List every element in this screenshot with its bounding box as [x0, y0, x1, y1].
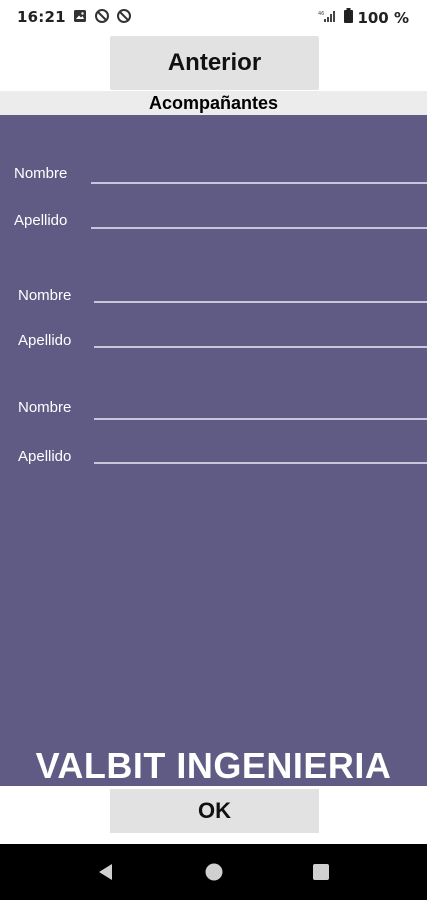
first-name-label-1: Nombre [14, 165, 68, 182]
sync-off-icon [117, 9, 131, 23]
last-name-label-3: Apellido [18, 448, 72, 465]
svg-text:46: 46 [318, 11, 324, 17]
status-bar: 16:21 46 100 % [0, 0, 427, 34]
status-right: 46 100 % [318, 8, 409, 28]
status-time: 16:21 [17, 8, 66, 26]
last-name-label-1: Apellido [14, 212, 68, 229]
status-notification-icons [73, 9, 131, 23]
last-name-input-3[interactable] [94, 462, 427, 464]
home-icon[interactable] [204, 862, 224, 882]
first-name-label-2: Nombre [18, 287, 72, 304]
image-icon [73, 9, 87, 23]
companions-panel: Nombre Apellido Nombre Apellido Nombre A… [0, 115, 427, 786]
battery-percentage: 100 % [357, 9, 409, 27]
battery-icon [344, 8, 354, 28]
page-title: Acompañantes [0, 91, 427, 115]
first-name-input-3[interactable] [94, 418, 427, 420]
ok-button[interactable]: OK [110, 789, 319, 833]
brand-name: VALBIT INGENIERIA [35, 745, 392, 786]
first-name-input-2[interactable] [94, 301, 427, 303]
signal-icon: 46 [318, 9, 340, 28]
recents-icon[interactable] [311, 862, 331, 882]
back-icon[interactable] [96, 862, 116, 882]
sync-off-icon [95, 9, 109, 23]
last-name-input-1[interactable] [91, 227, 427, 229]
first-name-input-1[interactable] [91, 182, 427, 184]
previous-button[interactable]: Anterior [110, 36, 319, 90]
last-name-input-2[interactable] [94, 346, 427, 348]
first-name-label-3: Nombre [18, 399, 72, 416]
last-name-label-2: Apellido [18, 332, 72, 349]
navigation-bar [0, 844, 427, 900]
